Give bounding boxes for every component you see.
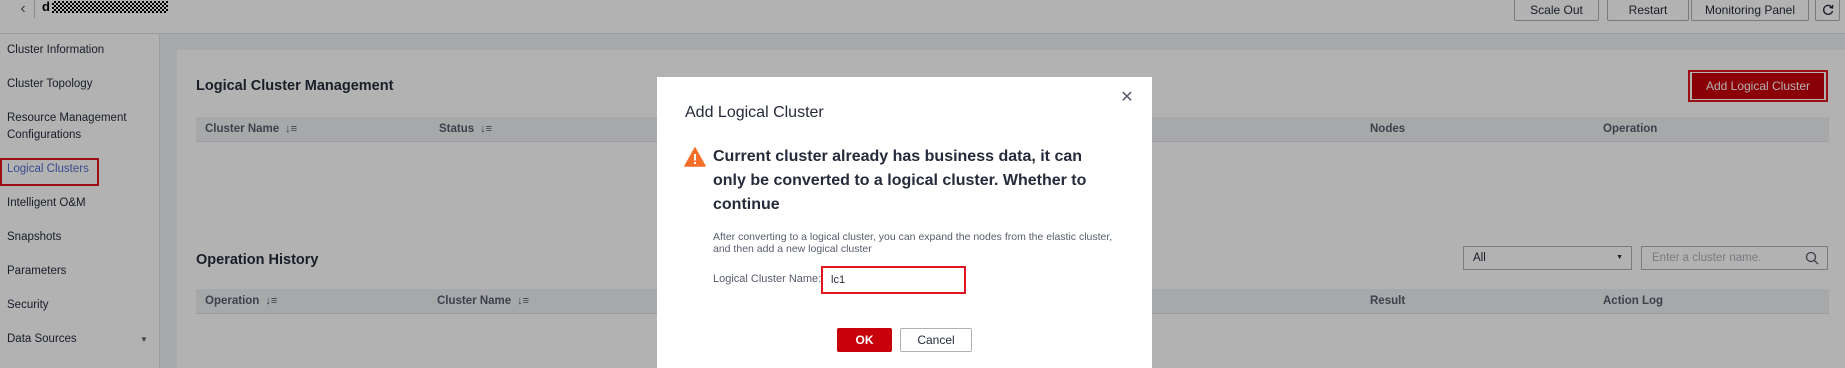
dialog-title: Add Logical Cluster <box>685 104 824 121</box>
logical-cluster-name-input[interactable] <box>825 270 962 290</box>
cancel-button[interactable]: Cancel <box>900 328 972 352</box>
logical-cluster-name-field[interactable] <box>821 266 966 294</box>
logical-cluster-name-label: Logical Cluster Name: <box>713 273 822 285</box>
warning-message: Current cluster already has business dat… <box>713 148 1087 213</box>
ok-button[interactable]: OK <box>837 328 892 352</box>
close-icon[interactable]: ✕ <box>1119 90 1135 106</box>
warning-icon <box>684 147 706 167</box>
add-logical-cluster-dialog: Add Logical Cluster ✕ Current cluster al… <box>657 77 1152 368</box>
dialog-description: After converting to a logical cluster, y… <box>713 231 1113 255</box>
